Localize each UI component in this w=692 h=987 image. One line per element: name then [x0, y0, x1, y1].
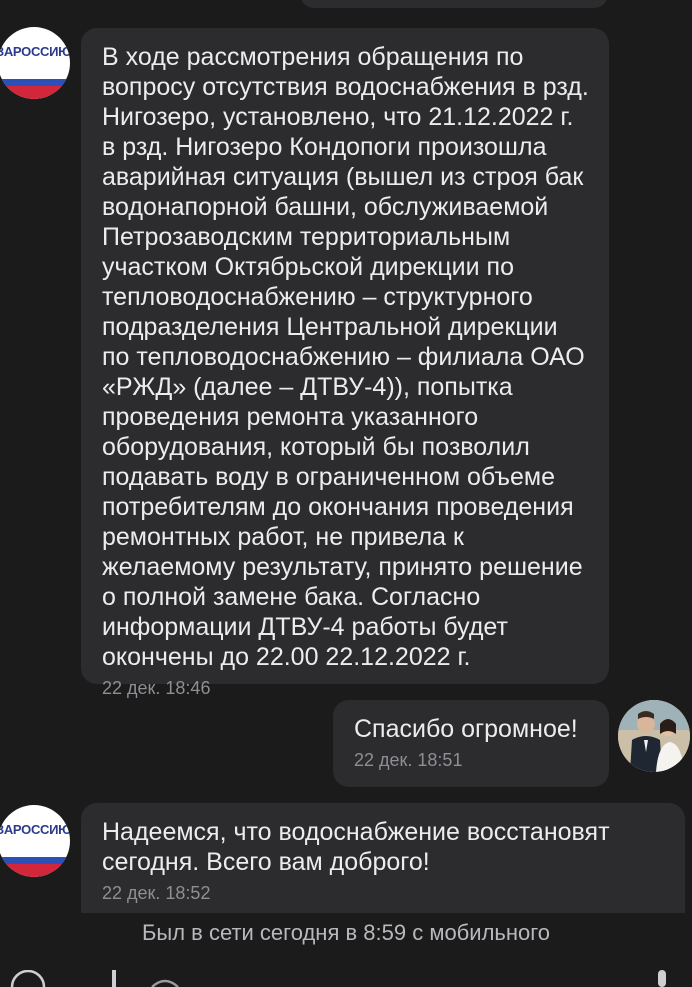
avatar-logo-text: ЗАРОССИЮ — [0, 44, 70, 59]
message-text: Надеемся, что водоснабжение восстановят … — [102, 818, 610, 876]
user-photo-icon — [618, 700, 690, 772]
message-timestamp: 22 дек. 18:52 — [102, 883, 211, 903]
microphone-icon[interactable] — [652, 970, 672, 987]
flag-stripe-blue — [0, 857, 70, 864]
attach-plus-icon[interactable] — [98, 970, 130, 987]
online-status: Был в сети сегодня в 8:59 с мобильного — [141, 920, 551, 945]
flag-stripe-red — [0, 86, 70, 99]
message-bubble-incoming[interactable]: Надеемся, что водоснабжение восстановят … — [81, 803, 685, 913]
message-bubble-incoming[interactable]: В ходе рассмотрения обращения по вопросу… — [81, 28, 609, 698]
emoji-icon[interactable] — [8, 970, 48, 987]
message-bubble-outgoing[interactable]: Спасибо огромное! 22 дек. 18:51 — [333, 700, 609, 787]
sender-avatar[interactable]: ЗАРОССИЮ — [0, 27, 70, 99]
composer-bar — [0, 968, 692, 987]
message-text: Спасибо огромное! — [354, 715, 578, 743]
message-text: В ходе рассмотрения обращения по вопросу… — [102, 43, 589, 671]
avatar-logo-text: ЗАРОССИЮ — [0, 822, 70, 837]
flag-stripe-blue — [0, 79, 70, 86]
message-timestamp: 22 дек. 18:46 — [102, 678, 211, 698]
previous-message-bubble — [300, 0, 608, 8]
user-avatar[interactable] — [618, 700, 690, 772]
message-timestamp: 22 дек. 18:51 — [354, 750, 463, 770]
sticker-icon[interactable] — [150, 977, 180, 987]
sender-avatar[interactable]: ЗАРОССИЮ — [0, 805, 70, 877]
flag-stripe-red — [0, 864, 70, 877]
